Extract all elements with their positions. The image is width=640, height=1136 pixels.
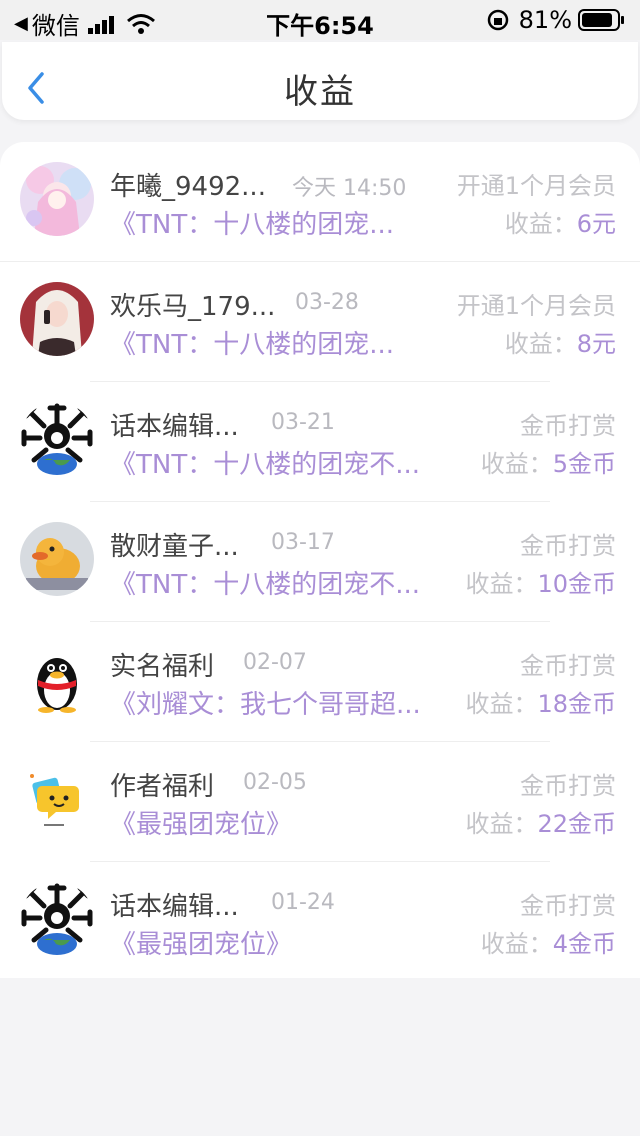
book-title-link[interactable]: 《TNT：十八楼的团宠不... — [110, 444, 420, 481]
penguin-avatar[interactable] — [20, 642, 94, 716]
income-amount: 收益：22金币 — [465, 804, 616, 839]
income-type: 金币打赏 — [520, 412, 616, 440]
record-date: 03-28 — [295, 290, 359, 315]
book-title-link[interactable]: 《TNT：十八楼的团宠... — [110, 204, 394, 241]
income-type: 金币打赏 — [520, 892, 616, 920]
income-amount: 收益：8元 — [505, 324, 616, 359]
user-name: 年曦_9492... — [110, 172, 266, 202]
record-date: 03-21 — [271, 410, 335, 435]
income-label: 收益： — [504, 330, 577, 358]
user-name: 话本编辑... — [110, 412, 239, 442]
user-name: 话本编辑... — [110, 892, 239, 922]
income-label: 收益： — [465, 810, 538, 838]
book-title-link[interactable]: 《最强团宠位》 — [110, 804, 292, 841]
book-title-link[interactable]: 《最强团宠位》 — [110, 924, 292, 961]
record-date: 01-24 — [271, 890, 335, 915]
income-type: 开通1个月会员 — [456, 292, 616, 320]
income-type: 金币打赏 — [520, 652, 616, 680]
income-value: 10金币 — [537, 570, 616, 598]
user-name: 作者福利 — [110, 772, 215, 802]
income-amount: 收益：5金币 — [481, 444, 616, 479]
income-value: 4金币 — [552, 930, 616, 958]
battery-icon — [578, 9, 624, 31]
income-value: 6元 — [576, 210, 616, 238]
income-row[interactable]: 实名福利 02-07 金币打赏《刘耀文：我七个哥哥超... 收益：18金币 — [0, 622, 640, 742]
chat-bubble-avatar[interactable] — [20, 762, 94, 836]
income-list: 年曦_9492... 今天 14:50 开通1个月会员 《TNT：十八楼的团宠... 收… — [0, 142, 640, 978]
income-label: 收益： — [480, 930, 553, 958]
income-amount: 收益：6元 — [505, 204, 616, 239]
income-row[interactable]: 作者福利 02-05 金币打赏《最强团宠位》 收益：22金币 — [0, 742, 640, 862]
income-value: 22金币 — [537, 810, 616, 838]
status-right: 81% — [487, 6, 626, 34]
rotation-lock-icon — [487, 9, 508, 31]
duck-avatar[interactable] — [20, 522, 94, 596]
income-value: 8元 — [576, 330, 616, 358]
book-title-link[interactable]: 《刘耀文：我七个哥哥超... — [110, 684, 421, 721]
user-name: 实名福利 — [110, 652, 215, 682]
editor-globe-avatar[interactable] — [20, 882, 94, 956]
user-name: 散财童子... — [110, 532, 239, 562]
income-value: 18金币 — [537, 690, 616, 718]
income-row[interactable]: 欢乐马_179... 03-28 开通1个月会员《TNT：十八楼的团宠... 收益：8… — [0, 262, 640, 382]
income-row[interactable]: 话本编辑... 01-24 金币打赏《最强团宠位》 收益：4金币 — [0, 862, 640, 978]
income-label: 收益： — [504, 210, 577, 238]
editor-globe-avatar[interactable] — [20, 402, 94, 476]
record-date: 02-07 — [243, 650, 307, 675]
income-type: 金币打赏 — [520, 772, 616, 800]
nav-bar: 收益 — [2, 42, 638, 120]
record-date: 今天 14:50 — [292, 176, 407, 201]
battery-percent: 81% — [518, 6, 572, 34]
woman-phone-avatar[interactable] — [20, 282, 94, 356]
income-label: 收益： — [465, 690, 538, 718]
book-title-link[interactable]: 《TNT：十八楼的团宠不... — [110, 564, 420, 601]
income-row[interactable]: 年曦_9492... 今天 14:50 开通1个月会员《TNT：十八楼的团宠... 收… — [0, 142, 640, 262]
status-bar: ◀ 微信 下午6:54 81% — [0, 0, 640, 40]
user-name: 欢乐马_179... — [110, 292, 276, 322]
record-date: 02-05 — [243, 770, 307, 795]
income-label: 收益： — [465, 570, 538, 598]
income-amount: 收益：4金币 — [481, 924, 616, 959]
income-row[interactable]: 话本编辑... 03-21 金币打赏《TNT：十八楼的团宠不... 收益：5金币 — [0, 382, 640, 502]
income-type: 开通1个月会员 — [456, 172, 616, 200]
income-value: 5金币 — [552, 450, 616, 478]
book-title-link[interactable]: 《TNT：十八楼的团宠... — [110, 324, 394, 361]
income-amount: 收益：18金币 — [465, 684, 616, 719]
income-row[interactable]: 散财童子... 03-17 金币打赏《TNT：十八楼的团宠不... 收益：10金币 — [0, 502, 640, 622]
page-title: 收益 — [284, 72, 356, 112]
record-date: 03-17 — [271, 530, 335, 555]
income-amount: 收益：10金币 — [465, 564, 616, 599]
income-label: 收益： — [480, 450, 553, 478]
income-type: 金币打赏 — [520, 532, 616, 560]
anime-girl-avatar[interactable] — [20, 162, 94, 236]
